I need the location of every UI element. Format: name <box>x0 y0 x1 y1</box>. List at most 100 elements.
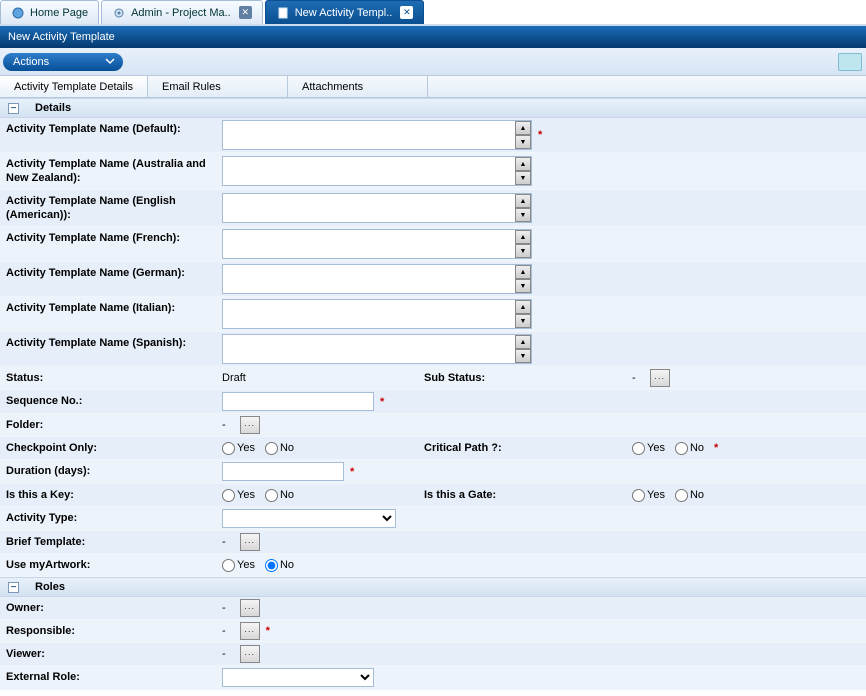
tab-home[interactable]: Home Page <box>0 0 99 24</box>
lookup-button[interactable]: ··· <box>240 645 260 663</box>
value-brief-template: - <box>222 536 226 548</box>
spinner-up[interactable]: ▲ <box>515 265 531 279</box>
spinner-down[interactable]: ▼ <box>515 171 531 185</box>
value-responsible: - <box>222 625 226 637</box>
spinner-up[interactable]: ▲ <box>515 335 531 349</box>
radio-myartwork-no[interactable] <box>265 559 278 572</box>
section-header-roles: − Roles <box>0 577 866 597</box>
input-name-anz[interactable]: ▲▼ <box>222 156 532 186</box>
radio-critical-yes[interactable] <box>632 442 645 455</box>
radio-myartwork-yes[interactable] <box>222 559 235 572</box>
radio-checkpoint: Yes No <box>222 442 294 455</box>
collapse-toggle[interactable]: − <box>8 103 19 114</box>
input-name-en-us[interactable]: ▲▼ <box>222 193 532 223</box>
radio-checkpoint-no[interactable] <box>265 442 278 455</box>
label-sequence: Sequence No.: <box>0 390 218 413</box>
label-name-default: Activity Template Name (Default): <box>0 118 218 152</box>
duration-input[interactable] <box>222 462 344 481</box>
collapse-toggle[interactable]: − <box>8 582 19 593</box>
required-asterisk: * <box>266 625 270 637</box>
row-key-gate: Is this a Key: Yes No Is this a Gate: Ye… <box>0 484 866 507</box>
value-status: Draft <box>222 372 246 384</box>
radio-critical: Yes No <box>632 442 704 455</box>
spinner-up[interactable]: ▲ <box>515 300 531 314</box>
row-sequence: Sequence No.: * <box>0 390 866 414</box>
input-name-es[interactable]: ▲▼ <box>222 334 532 364</box>
input-name-de[interactable]: ▲▼ <box>222 264 532 294</box>
label-name-it: Activity Template Name (Italian): <box>0 297 218 331</box>
row-folder: Folder: - ··· <box>0 414 866 437</box>
lookup-button[interactable]: ··· <box>240 533 260 551</box>
page-title: New Activity Template <box>8 31 115 43</box>
tab-home-label: Home Page <box>30 7 88 19</box>
radio-myartwork: Yes No <box>222 559 294 572</box>
label-external-role: External Role: <box>0 666 218 689</box>
toolbar-right-widget[interactable] <box>838 53 862 71</box>
radio-critical-no[interactable] <box>675 442 688 455</box>
label-myartwork: Use myArtwork: <box>0 554 218 576</box>
radio-gate-yes[interactable] <box>632 489 645 502</box>
radio-key-no[interactable] <box>265 489 278 502</box>
tab-email-rules[interactable]: Email Rules <box>148 76 288 97</box>
close-icon[interactable]: ✕ <box>400 6 413 19</box>
label-activity-type: Activity Type: <box>0 507 218 530</box>
label-name-en-us: Activity Template Name (English (America… <box>0 190 218 226</box>
close-icon[interactable]: ✕ <box>239 6 252 19</box>
radio-key-yes[interactable] <box>222 489 235 502</box>
spinner-down[interactable]: ▼ <box>515 135 531 149</box>
spinner-up[interactable]: ▲ <box>515 194 531 208</box>
spinner-down[interactable]: ▼ <box>515 244 531 258</box>
value-folder: - <box>222 419 226 431</box>
chevron-down-icon <box>105 56 115 69</box>
details-form: Activity Template Name (Default): ▲▼ * A… <box>0 118 866 577</box>
tab-admin[interactable]: Admin - Project Ma.. ✕ <box>101 0 263 24</box>
tab-attachments[interactable]: Attachments <box>288 76 428 97</box>
radio-checkpoint-yes[interactable] <box>222 442 235 455</box>
spinner-down[interactable]: ▼ <box>515 314 531 328</box>
lookup-button[interactable]: ··· <box>240 599 260 617</box>
row-checkpoint: Checkpoint Only: Yes No Critical Path ?:… <box>0 437 866 460</box>
external-role-select[interactable] <box>222 668 374 687</box>
home-icon <box>11 6 25 20</box>
tab-new-activity[interactable]: New Activity Templ.. ✕ <box>265 0 425 24</box>
radio-gate: Yes No <box>632 489 704 502</box>
input-name-default[interactable]: ▲▼ <box>222 120 532 150</box>
section-title: Roles <box>35 581 65 593</box>
row-responsible: Responsible: - ··· * <box>0 620 866 643</box>
sequence-input[interactable] <box>222 392 374 411</box>
row-external-role: External Role: <box>0 666 866 690</box>
document-icon <box>276 6 290 20</box>
spinner-up[interactable]: ▲ <box>515 121 531 135</box>
lookup-button[interactable]: ··· <box>650 369 670 387</box>
label-duration: Duration (days): <box>0 460 218 483</box>
spinner-down[interactable]: ▼ <box>515 208 531 222</box>
spinner-up[interactable]: ▲ <box>515 157 531 171</box>
spinner-down[interactable]: ▼ <box>515 279 531 293</box>
lookup-button[interactable]: ··· <box>240 622 260 640</box>
row-name-fr: Activity Template Name (French): ▲▼ <box>0 227 866 262</box>
radio-gate-no[interactable] <box>675 489 688 502</box>
lookup-button[interactable]: ··· <box>240 416 260 434</box>
required-asterisk: * <box>538 129 542 141</box>
row-name-en-us: Activity Template Name (English (America… <box>0 190 866 227</box>
row-name-de: Activity Template Name (German): ▲▼ <box>0 262 866 297</box>
row-name-it: Activity Template Name (Italian): ▲▼ <box>0 297 866 332</box>
input-name-fr[interactable]: ▲▼ <box>222 229 532 259</box>
tab-activity-details[interactable]: Activity Template Details <box>0 76 148 97</box>
section-title: Details <box>35 102 71 114</box>
top-tab-bar: Home Page Admin - Project Ma.. ✕ New Act… <box>0 0 866 26</box>
row-status: Status: Draft Sub Status: - ··· <box>0 367 866 390</box>
row-name-es: Activity Template Name (Spanish): ▲▼ <box>0 332 866 367</box>
row-duration: Duration (days): * <box>0 460 866 484</box>
activity-type-select[interactable] <box>222 509 396 528</box>
spinner-down[interactable]: ▼ <box>515 349 531 363</box>
label-sub-status: Sub Status: <box>418 367 628 389</box>
label-name-anz: Activity Template Name (Australia and Ne… <box>0 153 218 189</box>
sub-tab-bar: Activity Template Details Email Rules At… <box>0 76 866 98</box>
label-status: Status: <box>0 367 218 389</box>
spinner-up[interactable]: ▲ <box>515 230 531 244</box>
label-critical-path: Critical Path ?: <box>418 437 628 459</box>
required-asterisk: * <box>380 396 384 408</box>
input-name-it[interactable]: ▲▼ <box>222 299 532 329</box>
actions-button[interactable]: Actions <box>3 53 123 71</box>
